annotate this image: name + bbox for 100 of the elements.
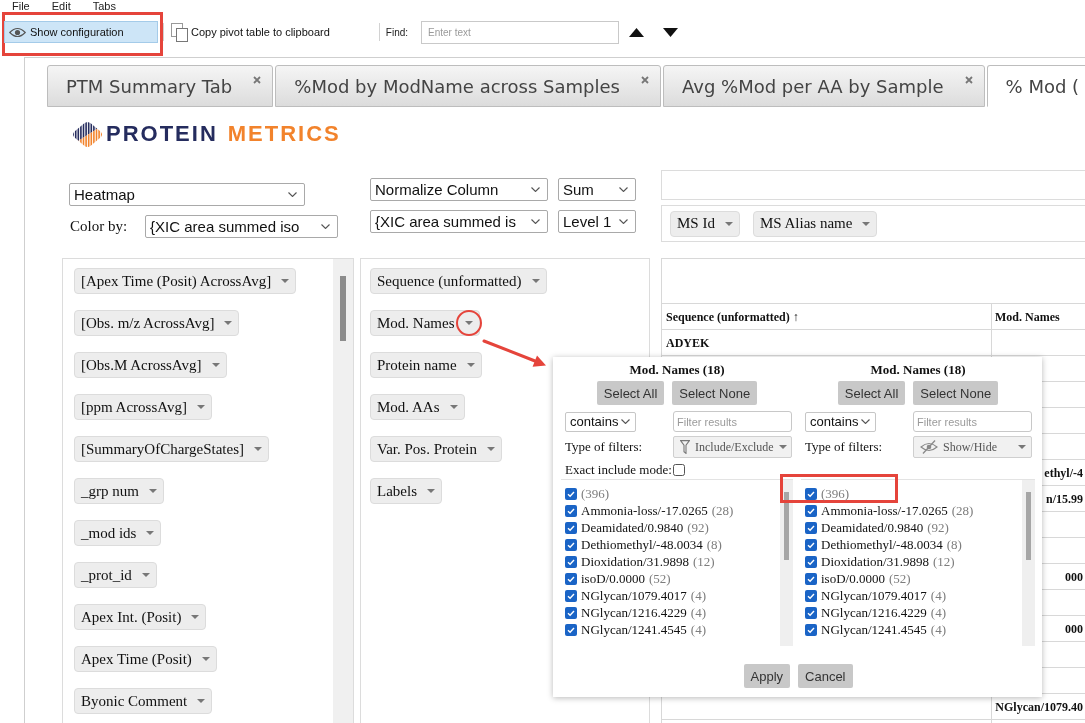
close-icon[interactable] — [253, 76, 262, 84]
column-header[interactable]: Sequence (unformatted) ↑ — [666, 309, 799, 324]
caret-icon[interactable] — [449, 405, 458, 409]
field-pill[interactable]: _prot_id — [74, 562, 157, 588]
field-pill[interactable]: MS Alias name — [752, 210, 878, 237]
caret-icon[interactable] — [427, 489, 435, 493]
caret-icon[interactable] — [224, 321, 233, 325]
checkbox[interactable] — [805, 589, 817, 602]
field-pill[interactable]: Byonic Comment — [74, 688, 213, 714]
show-configuration-button[interactable]: Show configuration — [4, 21, 158, 43]
caret-icon[interactable] — [531, 279, 540, 283]
checkbox[interactable] — [565, 606, 577, 619]
caret-icon[interactable] — [197, 699, 206, 703]
close-icon[interactable] — [640, 76, 649, 84]
checkbox[interactable] — [565, 572, 577, 585]
field-pill[interactable]: [SummaryOfChargeStates] — [74, 436, 270, 462]
scrollbar-thumb[interactable] — [1026, 492, 1031, 560]
field-pill[interactable]: Apex Time (Posit) — [74, 646, 217, 672]
tab[interactable]: % Mod ( — [986, 65, 1085, 107]
checkbox[interactable] — [805, 572, 817, 585]
field-pill[interactable]: [Obs.M AcrossAvg] — [74, 352, 227, 378]
checkbox[interactable] — [565, 521, 577, 534]
caret-icon[interactable] — [201, 657, 210, 661]
down-arrow-icon[interactable] — [663, 27, 679, 37]
field-pill[interactable]: [Apex Time (Posit) AcrossAvg] — [74, 268, 297, 294]
chevron-down-icon — [619, 187, 628, 192]
checkbox[interactable] — [565, 555, 577, 568]
checkbox[interactable] — [805, 606, 817, 619]
caret-icon[interactable] — [724, 221, 733, 226]
match-select[interactable]: contains — [565, 411, 636, 432]
match-select[interactable]: contains — [805, 411, 876, 432]
filter-field[interactable]: Filter results — [913, 411, 1032, 432]
filter-type-dropdown[interactable]: Include/Exclude — [673, 436, 792, 458]
field-pill[interactable]: MS Id — [670, 210, 740, 237]
select-button[interactable]: Select None — [913, 381, 999, 405]
copy-button[interactable]: Copy pivot table to clipboard — [171, 21, 330, 43]
caret-icon[interactable] — [466, 363, 475, 367]
checkbox[interactable] — [565, 623, 577, 636]
caret-icon[interactable] — [778, 445, 787, 449]
checkbox[interactable] — [565, 504, 577, 517]
tab[interactable]: PTM Summary Tab — [47, 65, 274, 107]
caret-icon[interactable] — [281, 279, 290, 283]
renderer-select[interactable]: Heatmap — [69, 183, 305, 206]
scrollbar-thumb[interactable] — [784, 492, 789, 560]
tab[interactable]: %Mod by ModName across Samples — [275, 65, 661, 107]
field-pill[interactable]: [Obs. m/z AcrossAvg] — [74, 310, 240, 336]
field-pill[interactable]: _mod ids — [74, 520, 162, 546]
menu-item[interactable]: Tabs — [92, 0, 116, 12]
caret-icon[interactable] — [141, 573, 150, 577]
select-button[interactable]: Select None — [672, 381, 758, 405]
field-pill[interactable]: [ppm AcrossAvg] — [74, 394, 212, 420]
caret-icon[interactable] — [196, 405, 205, 409]
caret-icon[interactable] — [148, 489, 157, 493]
field-pill[interactable]: Mod. AAs — [370, 394, 465, 420]
caret-icon[interactable] — [211, 363, 220, 367]
scrollbar-thumb[interactable] — [340, 276, 346, 341]
menu-item[interactable]: File — [12, 0, 30, 12]
up-arrow-icon[interactable] — [629, 27, 645, 37]
tab[interactable]: Avg %Mod per AA by Sample — [662, 65, 985, 107]
checkbox[interactable] — [672, 464, 685, 476]
filter-type-dropdown[interactable]: Show/Hide — [913, 436, 1032, 458]
field-pill[interactable]: Var. Pos. Protein — [370, 436, 502, 462]
checkbox[interactable] — [805, 504, 817, 517]
checkbox[interactable] — [805, 521, 817, 534]
field-pill[interactable]: Apex Int. (Posit) — [74, 604, 207, 630]
aggregator-select[interactable]: Normalize Column — [370, 178, 548, 201]
checkbox[interactable] — [805, 555, 817, 568]
caret-icon[interactable] — [862, 221, 871, 226]
filter-field[interactable]: Filter results — [673, 411, 792, 432]
item-count: (396) — [821, 485, 850, 502]
caret-icon[interactable] — [464, 321, 473, 325]
checkbox[interactable] — [565, 538, 577, 551]
checkbox[interactable] — [805, 487, 817, 500]
caret-icon[interactable] — [254, 447, 263, 451]
caret-icon[interactable] — [1018, 445, 1026, 449]
field-pill[interactable]: _grp num — [74, 478, 164, 504]
field-pill[interactable]: Labels — [370, 478, 442, 504]
caret-icon[interactable] — [191, 615, 200, 619]
field-pill[interactable]: Protein name — [370, 352, 482, 378]
item-count: (4) — [690, 604, 706, 621]
checkbox[interactable] — [565, 589, 577, 602]
close-icon[interactable] — [964, 76, 973, 84]
dialog-button[interactable]: Cancel — [798, 664, 853, 688]
checkbox[interactable] — [805, 538, 817, 551]
color-by-select[interactable]: {XIC area summed iso — [145, 215, 339, 238]
caret-icon[interactable] — [146, 531, 155, 535]
field-pill[interactable]: Sequence (unformatted) — [370, 268, 547, 294]
checkbox[interactable] — [805, 623, 817, 636]
find-field[interactable]: Enter text — [421, 20, 620, 44]
select-button[interactable]: Select All — [837, 381, 906, 405]
caret-icon[interactable] — [487, 447, 495, 451]
aggregator-select[interactable]: Sum — [558, 178, 636, 201]
select-button[interactable]: Select All — [596, 381, 665, 405]
column-header[interactable]: Mod. Names — [995, 309, 1060, 324]
aggregator-select[interactable]: {XIC area summed is — [370, 210, 548, 233]
aggregator-select[interactable]: Level 1 — [558, 210, 636, 233]
checkbox[interactable] — [565, 487, 577, 500]
dialog-button[interactable]: Apply — [743, 664, 791, 688]
filter-title: Mod. Names (18) — [870, 362, 966, 378]
menu-item[interactable]: Edit — [51, 0, 71, 12]
